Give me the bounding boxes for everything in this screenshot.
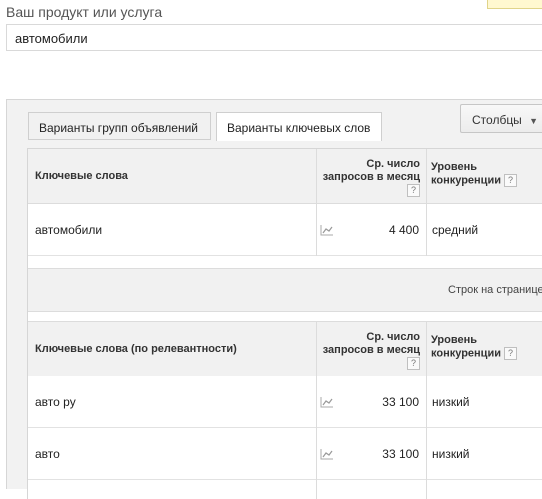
tab-ad-groups[interactable]: Варианты групп объявлений	[28, 112, 211, 140]
volume-header-line2: запросов в месяц	[322, 344, 420, 356]
line-chart-icon[interactable]	[320, 448, 334, 460]
column-header-volume[interactable]: Ср. число запросов в месяц ?	[258, 331, 420, 370]
volume-cell: 33 100	[382, 447, 419, 461]
table-row[interactable]: авто ру 33 100 низкий	[28, 376, 542, 428]
rows-per-page-label: Строк на странице	[448, 284, 542, 296]
column-divider	[426, 149, 427, 256]
table-row[interactable]: авто 33 100 низкий	[28, 428, 542, 480]
column-divider	[426, 321, 427, 499]
table-empty-row	[28, 256, 542, 269]
column-header-keyword[interactable]: Ключевые слова	[35, 170, 128, 183]
column-header-volume[interactable]: Ср. число запросов в месяц ?	[258, 158, 420, 197]
results-panel: Варианты групп объявлений Варианты ключе…	[6, 99, 542, 499]
help-icon[interactable]: ?	[407, 184, 420, 197]
competition-cell: низкий	[432, 395, 470, 409]
line-chart-icon[interactable]	[320, 396, 334, 408]
keyword-cell: авто	[35, 447, 60, 461]
competition-cell: средний	[432, 223, 479, 237]
product-label: Ваш продукт или услуга	[6, 4, 163, 20]
competition-header-line2: конкуренции	[431, 174, 501, 187]
product-input[interactable]: автомобили	[6, 24, 542, 51]
keyword-cell: авто ру	[35, 395, 76, 409]
competition-header-line1: Уровень	[431, 161, 478, 173]
pager: Строк на странице	[28, 269, 542, 312]
columns-button-label: Столбцы	[472, 113, 522, 127]
chevron-down-icon: ▼	[529, 116, 539, 126]
competition-cell: низкий	[432, 447, 470, 461]
columns-button[interactable]: Столбцы ▼	[460, 104, 542, 133]
line-chart-icon[interactable]	[320, 224, 334, 236]
keyword-cell: автомобили	[35, 223, 103, 237]
volume-cell: 4 400	[388, 223, 419, 237]
volume-header-line2: запросов в месяц	[322, 171, 420, 183]
column-divider	[316, 149, 317, 256]
volume-cell: 33 100	[382, 395, 419, 409]
column-header-competition[interactable]: Уровень конкуренции ?	[431, 161, 518, 187]
help-icon[interactable]: ?	[407, 357, 420, 370]
help-icon[interactable]: ?	[504, 174, 518, 187]
table-row[interactable]: автомобили 4 400 средний	[28, 204, 542, 256]
column-header-competition[interactable]: Уровень конкуренции ?	[431, 334, 518, 360]
competition-header-line1: Уровень	[431, 334, 478, 346]
table-header: Ключевые слова (по релевантности) Ср. чи…	[28, 321, 542, 377]
help-icon[interactable]: ?	[504, 347, 518, 360]
competition-header-line2: конкуренции	[431, 347, 501, 360]
tooltip-corner	[487, 0, 542, 9]
column-divider	[316, 321, 317, 499]
tab-keywords[interactable]: Варианты ключевых слов	[216, 112, 382, 141]
volume-header-line1: Ср. число	[366, 158, 420, 170]
keyword-table-area: Ключевые слова Ср. число запросов в меся…	[27, 148, 542, 499]
table-header: Ключевые слова Ср. число запросов в меся…	[28, 149, 542, 204]
volume-header-line1: Ср. число	[366, 331, 420, 343]
column-header-keyword-relevance[interactable]: Ключевые слова (по релевантности)	[35, 343, 237, 356]
